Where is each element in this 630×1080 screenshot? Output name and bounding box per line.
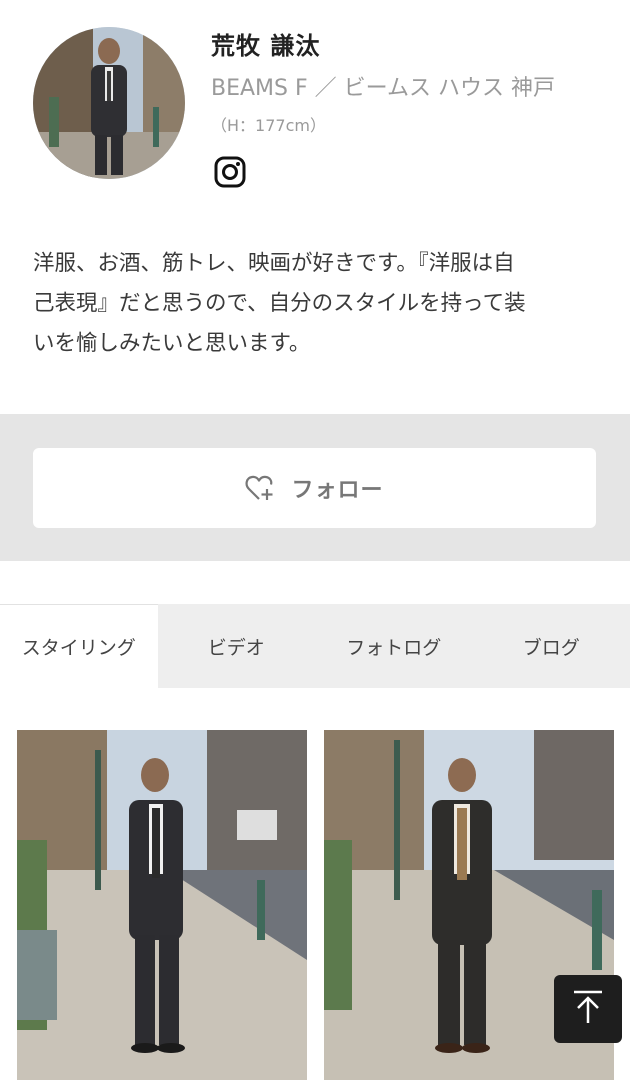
follow-button[interactable]: フォロー	[33, 448, 596, 528]
styling-photo[interactable]	[17, 730, 307, 1080]
profile-header: 荒牧 謙汰 BEAMS F ／ ビームス ハウス 神戸 （H：177cm）	[0, 0, 630, 214]
heart-plus-icon	[245, 474, 275, 502]
follow-label: フォロー	[291, 478, 384, 503]
profile-name: 荒牧 謙汰	[211, 32, 321, 60]
profile-shop[interactable]: BEAMS F ／ ビームス ハウス 神戸	[211, 70, 555, 102]
bio-line: 洋服、お酒、筋トレ、映画が好きです。『洋服は自	[33, 251, 515, 276]
follow-section: フォロー	[0, 414, 630, 561]
arrow-up-to-top-icon	[571, 989, 605, 1029]
profile-tabs: スタイリング ビデオ フォトログ ブログ	[0, 604, 630, 688]
tab-blog[interactable]: ブログ	[473, 604, 630, 688]
profile-bio: 洋服、お酒、筋トレ、映画が好きです。『洋服は自 己表現』だと思うので、自分のスタ…	[33, 244, 593, 364]
tab-video[interactable]: ビデオ	[158, 604, 316, 688]
tab-photolog[interactable]: フォトログ	[315, 604, 473, 688]
profile-height: （H：177cm）	[211, 116, 326, 135]
bio-line: いを愉しみたいと思います。	[33, 331, 311, 356]
tab-styling[interactable]: スタイリング	[0, 604, 158, 688]
avatar	[33, 27, 185, 179]
instagram-icon[interactable]	[214, 156, 246, 188]
back-to-top-button[interactable]	[554, 975, 622, 1043]
bio-line: 己表現』だと思うので、自分のスタイルを持って装	[33, 291, 526, 316]
